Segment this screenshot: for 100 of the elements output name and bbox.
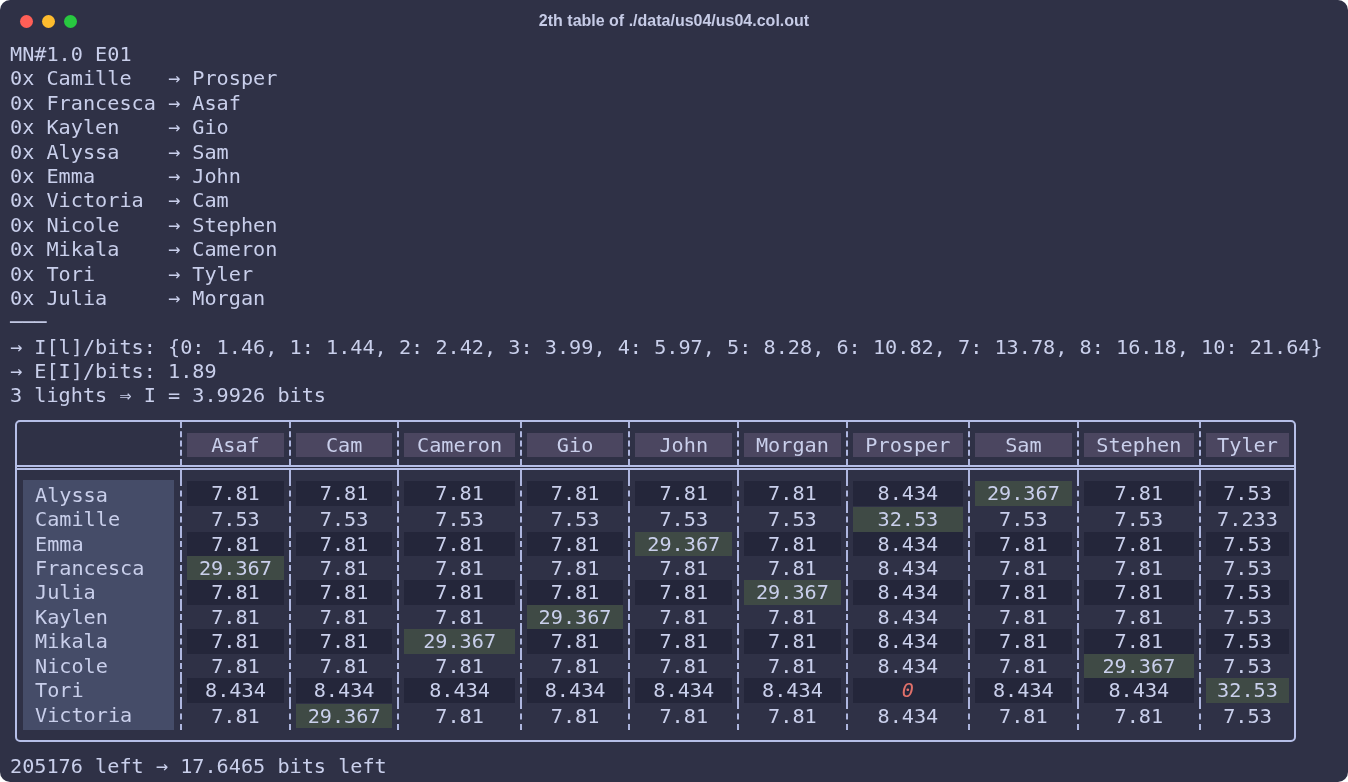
table-cell: 8.434: [852, 481, 964, 506]
table-cell: 8.434: [852, 531, 964, 557]
table-cell-text: 7.81: [998, 704, 1049, 729]
column-header: Gio: [526, 432, 624, 457]
table-cell: 7.81: [975, 580, 1072, 605]
table-cell: 29.367: [526, 604, 624, 630]
table-cell: 8.434: [1083, 678, 1194, 703]
output-line: 0x Camille → Prosper: [10, 66, 279, 91]
output-line: MN#1.0 E01: [10, 42, 133, 67]
window-title: 2th table of ./data/us04/us04.col.out: [538, 12, 810, 30]
output-line: ───: [10, 310, 48, 335]
table-cell: 7.53: [1206, 629, 1289, 654]
table-cell-text: 7.53: [1222, 653, 1273, 679]
table-cell: 7.81: [526, 481, 624, 506]
table-cell-text: 7.81: [318, 604, 370, 630]
table-cell: 8.434: [975, 678, 1072, 703]
column-header: Asaf: [187, 432, 284, 457]
table-cell: 29.367: [1083, 653, 1194, 679]
table-cell: 7.81: [635, 481, 733, 506]
table-cell-text: 7.81: [658, 604, 710, 630]
table-cell: 7.81: [1083, 629, 1194, 654]
table-cell: 32.53: [1206, 678, 1289, 703]
table-cell-text: 7.81: [767, 556, 818, 581]
table-cell: 7.81: [295, 531, 393, 557]
table-cell: 29.367: [744, 580, 841, 605]
output-line: 205176 left → 17.6465 bits left: [10, 753, 388, 779]
table-cell: 7.81: [1083, 531, 1194, 557]
table-cell: 32.53: [852, 507, 964, 532]
column-header: Cameron: [404, 432, 515, 457]
table-cell-text: 7.81: [998, 556, 1049, 581]
output-line: 0x Tori → Tyler: [10, 261, 255, 286]
maximize-button[interactable]: [64, 15, 77, 28]
row-label: Mikala: [23, 629, 175, 654]
table-cell-text: 7.53: [658, 507, 710, 532]
column-header: Prosper: [852, 432, 964, 457]
table-cell-text: 7.81: [767, 704, 818, 729]
table-cell: 7.81: [295, 481, 393, 506]
table-cell-text: 7.81: [1113, 704, 1165, 729]
table-cell: 7.81: [404, 531, 515, 557]
table-cell-text: 7.81: [434, 704, 485, 729]
table-cell: 7.81: [526, 531, 624, 557]
row-label: Alyssa: [23, 479, 175, 508]
minimize-button[interactable]: [42, 15, 55, 28]
row-label: Tori: [23, 678, 175, 703]
table-cell-text: 7.233: [1216, 507, 1279, 532]
table-cell-text: 7.81: [767, 653, 818, 679]
output-line: → I[l]/bits: {0: 1.46, 1: 1.44, 2: 2.42, 3: 3.99, 4: 5.97, 5: 8.28, 6: 10.82, 7: 13.78, 8: 16.18, 10: 21.64}: [10, 334, 1324, 360]
row-label: Kaylen: [23, 604, 175, 630]
table-cell-text: 7.81: [767, 604, 818, 630]
table-cell-text: 7.81: [1113, 556, 1165, 581]
table-cell: 7.81: [295, 629, 393, 654]
table-cell: 0: [852, 678, 964, 703]
table-cell-text: 7.53: [1222, 556, 1273, 581]
column-header: Morgan: [744, 432, 841, 457]
column-header: Tyler: [1206, 432, 1289, 457]
table-cell: 7.81: [744, 629, 841, 654]
table-cell: 8.434: [852, 629, 964, 654]
output-line: → E[I]/bits: 1.89: [10, 359, 218, 384]
table-cell-text: 7.81: [434, 653, 485, 679]
table-cell: 7.81: [744, 481, 841, 506]
table-cell-text: 8.434: [876, 704, 940, 729]
table-cell: 7.81: [295, 580, 393, 605]
row-label: Francesca: [23, 556, 175, 581]
table-cell: 7.81: [404, 580, 515, 605]
table-cell: 8.434: [635, 678, 733, 703]
table-cell: 7.81: [187, 531, 284, 557]
table-cell: 7.81: [187, 629, 284, 654]
table-cell: 7.81: [975, 531, 1072, 557]
row-label: Nicole: [23, 653, 175, 679]
table-cell-text: 7.81: [549, 653, 601, 679]
output-line: 3 lights ⇒ I = 3.9926 bits: [10, 383, 327, 408]
row-label: Julia: [23, 580, 175, 605]
table-cell-text: 7.81: [210, 653, 261, 679]
table-cell-text: 7.53: [434, 507, 485, 532]
table-cell: 7.81: [635, 580, 733, 605]
table-cell-text: 7.53: [1222, 604, 1273, 630]
table-cell-text: 7.53: [210, 507, 261, 532]
table-cell-text: 7.53: [318, 507, 370, 532]
column-header: Cam: [295, 432, 393, 457]
close-button[interactable]: [20, 15, 33, 28]
output-line: 0x Emma → John: [10, 163, 242, 189]
table-cell-text: 7.81: [434, 604, 485, 630]
table-cell-text: 7.81: [210, 604, 261, 630]
table-cell: 7.81: [404, 481, 515, 506]
column-header: Sam: [975, 432, 1072, 457]
table-cell-text: 7.81: [1113, 604, 1165, 630]
table-cell: 7.81: [187, 580, 284, 605]
table-cell: 7.81: [975, 629, 1072, 654]
table-cell: 29.367: [187, 556, 284, 581]
table-cell-text: 7.53: [1222, 704, 1273, 729]
row-label: Victoria: [23, 702, 175, 730]
table-cell-text: 8.434: [876, 653, 940, 679]
output-line: 0x Nicole → Stephen: [10, 212, 279, 238]
table-cell: 7.81: [635, 629, 733, 654]
table-cell-text: 7.53: [998, 507, 1049, 532]
table-cell-text: 7.81: [658, 556, 710, 581]
table-cell: 7.81: [1083, 481, 1194, 506]
table-cell: 7.81: [526, 580, 624, 605]
table-cell-text: 7.81: [549, 704, 601, 729]
column-header: John: [635, 432, 733, 457]
